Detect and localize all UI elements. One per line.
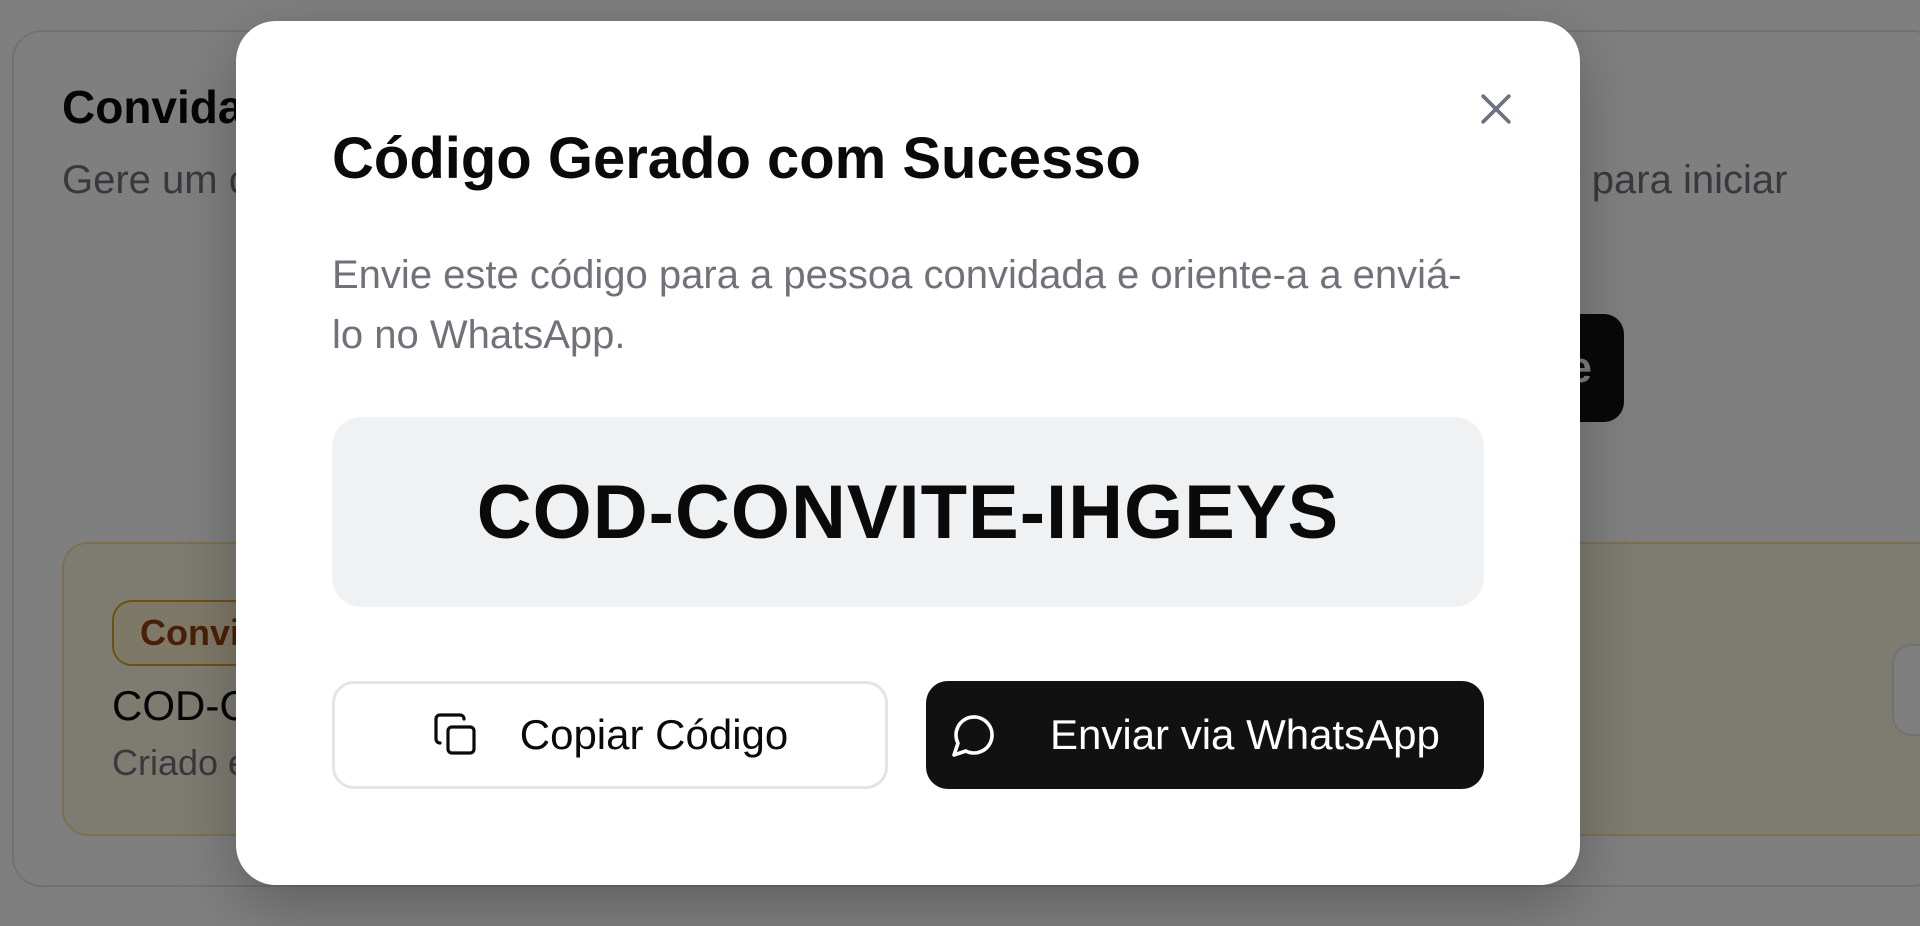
copy-icon xyxy=(432,711,480,759)
send-whatsapp-button[interactable]: Enviar via WhatsApp xyxy=(926,681,1484,789)
code-generated-dialog: Código Gerado com Sucesso Envie este cód… xyxy=(236,21,1580,885)
dialog-title: Código Gerado com Sucesso xyxy=(332,126,1141,191)
close-icon xyxy=(1481,94,1511,124)
copy-code-label: Copiar Código xyxy=(519,711,789,758)
copy-code-button[interactable]: Copiar Código xyxy=(332,681,888,789)
dialog-description: Envie este código para a pessoa convidad… xyxy=(332,253,1462,357)
code-display: COD-CONVITE-IHGEYS xyxy=(332,417,1484,607)
generated-code: COD-CONVITE-IHGEYS xyxy=(476,469,1340,555)
send-whatsapp-label: Enviar via WhatsApp xyxy=(1050,711,1440,758)
close-button[interactable] xyxy=(1464,77,1528,141)
message-circle-icon xyxy=(950,711,998,759)
